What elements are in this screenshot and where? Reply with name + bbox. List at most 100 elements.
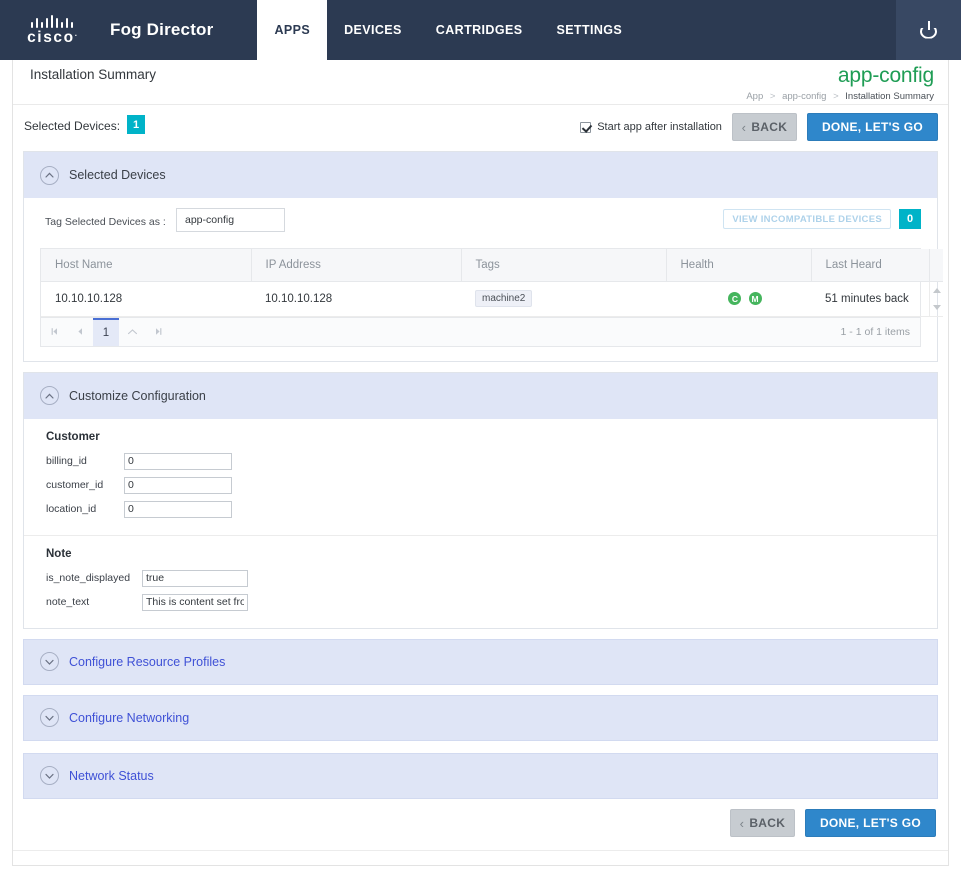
devices-table-header-row: Host Name IP Address Tags Health Last He… <box>41 249 943 282</box>
done-button-top-label: DONE, LET'S GO <box>821 120 923 134</box>
cell-last-heard: 51 minutes back <box>811 281 929 317</box>
panel-network-status-header[interactable]: Network Status <box>23 752 938 799</box>
power-button[interactable] <box>896 0 961 60</box>
config-key-is-note-displayed: is_note_displayed <box>46 572 131 584</box>
table-row[interactable]: 10.10.10.128 10.10.10.128 machine2 C M 5… <box>41 281 943 317</box>
cell-health: C M <box>666 281 811 317</box>
col-tags[interactable]: Tags <box>461 249 667 282</box>
config-input-customer-id[interactable] <box>124 476 232 494</box>
view-incompatible-wrap: VIEW INCOMPATIBLE DEVICES 0 <box>723 209 921 229</box>
cisco-bars-icon <box>30 14 74 28</box>
panel-configure-networking: Configure Networking <box>23 694 938 741</box>
panel-customize-configuration-header[interactable]: Customize Configuration <box>24 372 937 419</box>
back-button-top-label: BACK <box>751 120 788 134</box>
config-input-billing-id[interactable] <box>124 452 232 470</box>
nav-tab-cartridges-label: CARTRIDGES <box>435 23 523 37</box>
nav-tab-settings[interactable]: SETTINGS <box>539 0 639 60</box>
config-input-is-note-displayed[interactable] <box>142 569 248 587</box>
app-name-title: app-config <box>837 64 934 87</box>
breadcrumb-item-app-config[interactable]: app-config <box>782 91 826 102</box>
config-group-customer: Customer billing_id customer_id location… <box>24 419 937 536</box>
product-name: Fog Director <box>110 20 214 39</box>
nav-tab-devices[interactable]: DEVICES <box>327 0 419 60</box>
panel-network-status: Network Status <box>23 752 938 799</box>
cell-host-name: 10.10.10.128 <box>41 281 251 317</box>
pagination-next-button[interactable] <box>119 318 145 346</box>
app-page: cisco. Fog Director APPS DEVICES CARTRID… <box>0 0 961 881</box>
done-button-bottom-label: DONE, LET'S GO <box>819 816 921 830</box>
pagination-prev-button[interactable] <box>67 318 93 346</box>
panel-customize-configuration: Customize Configuration Customer billing… <box>23 371 938 629</box>
pagination-first-button[interactable] <box>41 318 67 346</box>
panel-selected-devices-title: Selected Devices <box>69 168 166 182</box>
panel-configure-resource-profiles-header[interactable]: Configure Resource Profiles <box>23 638 938 685</box>
config-input-note-text[interactable] <box>142 593 248 611</box>
breadcrumb: App > app-config > Installation Summary <box>746 91 934 102</box>
power-icon <box>920 20 937 39</box>
checkbox-icon <box>580 121 592 133</box>
done-button-bottom[interactable]: DONE, LET'S GO <box>804 809 936 837</box>
tag-devices-input[interactable] <box>176 208 285 232</box>
selected-devices-label: Selected Devices: <box>24 119 121 133</box>
table-scrollbar[interactable] <box>928 281 943 317</box>
devices-table: Host Name IP Address Tags Health Last He… <box>41 249 943 317</box>
col-health[interactable]: Health <box>666 249 812 282</box>
pagination-last-button[interactable] <box>145 318 171 346</box>
config-group-note: Note is_note_displayed note_text <box>24 536 937 628</box>
config-key-note-text: note_text <box>46 596 90 608</box>
panel-selected-devices-header[interactable]: Selected Devices <box>24 152 937 198</box>
scroll-up-icon[interactable] <box>932 287 941 293</box>
breadcrumb-separator: > <box>769 91 776 102</box>
cisco-wordmark: cisco. <box>27 28 77 46</box>
chevron-left-icon: ‹ <box>739 815 745 831</box>
back-button-top[interactable]: ‹ BACK <box>731 113 797 141</box>
nav-tab-settings-label: SETTINGS <box>556 23 623 37</box>
tag-devices-label: Tag Selected Devices as : <box>45 216 166 228</box>
page-header: Installation Summary app-config App > ap… <box>13 60 948 105</box>
health-badge-m: M <box>748 292 762 305</box>
panel-customize-configuration-title: Customize Configuration <box>69 388 206 403</box>
breadcrumb-item-app[interactable]: App <box>746 91 763 102</box>
back-button-bottom-label: BACK <box>749 816 786 830</box>
view-incompatible-devices-button[interactable]: VIEW INCOMPATIBLE DEVICES <box>723 209 891 229</box>
chevron-down-icon <box>40 708 59 727</box>
config-field-note-text: note_text <box>46 593 937 611</box>
back-button-bottom[interactable]: ‹ BACK <box>729 809 795 837</box>
chevron-up-icon <box>40 386 59 405</box>
cell-tags: machine2 <box>461 281 666 317</box>
config-field-billing-id: billing_id <box>46 452 937 470</box>
panel-configure-networking-header[interactable]: Configure Networking <box>23 694 938 741</box>
config-key-location-id: location_id <box>46 503 97 515</box>
pagination-page-1[interactable]: 1 <box>93 317 119 346</box>
panel-network-status-title: Network Status <box>69 768 154 783</box>
view-incompatible-devices-label: VIEW INCOMPATIBLE DEVICES <box>732 213 882 225</box>
scroll-down-icon[interactable] <box>932 304 941 310</box>
col-ip-address[interactable]: IP Address <box>251 249 462 282</box>
navbar-spacer <box>639 0 896 60</box>
breadcrumb-item-current: Installation Summary <box>845 91 934 102</box>
cisco-wordmark-text: cisco <box>27 28 75 46</box>
nav-tab-apps[interactable]: APPS <box>257 0 328 60</box>
bottom-divider <box>13 850 948 851</box>
selected-devices-count-badge: 1 <box>127 115 145 134</box>
table-pagination: 1 1 - 1 of 1 items <box>40 316 921 347</box>
start-app-checkbox-label: Start app after installation <box>597 121 722 133</box>
chevron-down-icon <box>40 652 59 671</box>
tag-chip: machine2 <box>475 290 533 307</box>
nav-tab-cartridges[interactable]: CARTRIDGES <box>419 0 540 60</box>
content-card: Installation Summary app-config App > ap… <box>12 60 949 866</box>
col-last-heard[interactable]: Last Heard <box>811 249 930 282</box>
config-field-is-note-displayed: is_note_displayed <box>46 569 937 587</box>
main-nav-tabs: APPS DEVICES CARTRIDGES SETTINGS <box>257 0 639 60</box>
start-app-checkbox[interactable]: Start app after installation <box>580 121 722 133</box>
config-group-customer-title: Customer <box>46 430 100 443</box>
panel-configure-resource-profiles-title: Configure Resource Profiles <box>69 654 226 669</box>
config-field-location-id: location_id <box>46 500 937 518</box>
config-input-location-id[interactable] <box>124 500 232 518</box>
cisco-logo-icon: cisco. <box>16 14 88 46</box>
toolbar-actions: Start app after installation ‹ BACK DONE… <box>580 113 938 141</box>
done-button-top[interactable]: DONE, LET'S GO <box>806 113 938 141</box>
config-key-billing-id: billing_id <box>46 455 87 467</box>
col-host-name[interactable]: Host Name <box>41 249 252 282</box>
panel-selected-devices-body: Tag Selected Devices as : VIEW INCOMPATI… <box>24 198 943 347</box>
